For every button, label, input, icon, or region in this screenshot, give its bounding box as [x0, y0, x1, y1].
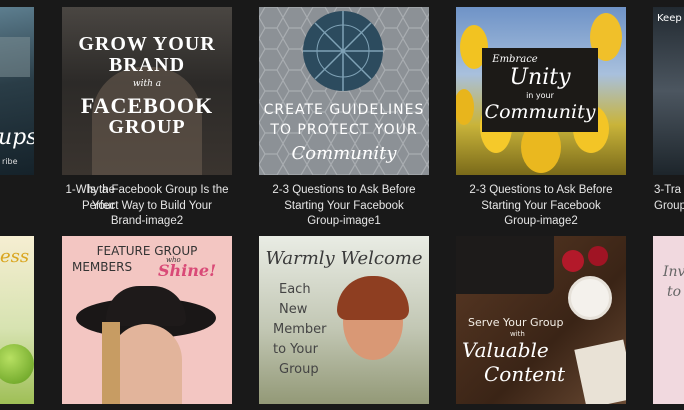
thumbnail-tile[interactable]: ess	[0, 236, 34, 404]
thumbnail-image	[653, 236, 684, 404]
caption-line: 3-Tra	[654, 184, 682, 196]
caption-line: Starting Your Facebook	[481, 199, 601, 212]
overlay-line: TO PROTECT YOUR	[270, 122, 418, 138]
overlay-line: FEATURE GROUP	[96, 244, 198, 258]
overlay-line: BRAND	[108, 54, 186, 76]
overlay-line: Community	[484, 101, 596, 123]
overlay-line: CREATE GUIDELINES	[263, 102, 425, 118]
thumbnail-tile[interactable]: Embrace Unity in your Community	[456, 7, 626, 175]
overlay-line: with a	[132, 79, 162, 89]
overlay-line: Content	[484, 362, 566, 386]
overlay-line: Serve Your Group	[468, 316, 564, 329]
file-caption[interactable]: 3-Tra Group	[654, 183, 684, 214]
overlay-line: New	[279, 302, 308, 317]
overlay-line: with	[510, 330, 525, 338]
thumbnail-image	[653, 7, 684, 175]
overlay-line: Embrace	[492, 54, 538, 65]
caption-line: Group	[654, 199, 684, 212]
overlay-line: MEMBERS	[72, 260, 133, 274]
caption-line: Starting Your Facebook	[284, 199, 404, 212]
overlay-line: Shine!	[158, 261, 217, 280]
face-shape	[110, 324, 182, 404]
file-caption[interactable]: 2-3 Questions to Ask Before Starting You…	[246, 183, 442, 230]
thumbnail-tile[interactable]: ups ribe	[0, 7, 34, 175]
caption-line: Group-image2	[504, 215, 578, 227]
thumbnail-tile[interactable]: Inv to	[653, 236, 684, 404]
thumbnail-subtitle: ribe	[2, 157, 18, 166]
thumbnail-tile[interactable]: Keep	[653, 7, 684, 175]
caption-line: Perfect Way to Build Your	[82, 199, 212, 212]
thumbnail-tile[interactable]: FEATURE GROUP MEMBERS who Shine!	[62, 236, 232, 404]
hair-shape	[102, 322, 120, 404]
overlay-line: Member	[273, 322, 327, 337]
overlay-line: Warmly Welcome	[265, 248, 423, 269]
caption-line: 2-3 Questions to Ask Before	[272, 184, 416, 196]
file-caption[interactable]: 1-Why a Facebook Group Is the Perfect Wa…	[49, 183, 245, 230]
caption-line: 1-Why a Facebook Group Is the	[65, 184, 229, 196]
overlay-line: GROW YOUR	[78, 33, 216, 55]
overlay-line: Group	[279, 362, 319, 377]
overlay-line: Inv	[663, 264, 684, 280]
rose-shape	[588, 246, 608, 266]
overlay-line: GROUP	[108, 116, 186, 138]
thumbnail-title: ess	[0, 246, 30, 267]
overlay-line: Each	[279, 282, 311, 297]
thumbnail-title: ups	[0, 125, 34, 150]
overlay-line: Valuable	[462, 338, 549, 362]
laptop-shape	[0, 37, 30, 77]
cup-shape	[568, 276, 612, 320]
caption-line: 2-3 Questions to Ask Before	[469, 184, 613, 196]
caption-line: Group-image1	[307, 215, 381, 227]
rose-shape	[562, 250, 584, 272]
thumbnail-tile[interactable]: Warmly Welcome Each New Member to Your G…	[259, 236, 429, 404]
thumbnail-tile[interactable]: CREATE GUIDELINES TO PROTECT YOUR Commun…	[259, 7, 429, 175]
overlay-line: to Your	[273, 342, 318, 357]
overlay-line: Unity	[509, 65, 571, 90]
typewriter-shape	[456, 236, 554, 294]
caption-line: Brand-image2	[110, 215, 184, 227]
thumbnail-tile[interactable]: GROW YOUR BRAND with a FACEBOOK GROUP	[62, 7, 232, 175]
file-caption[interactable]: 2-3 Questions to Ask Before Starting You…	[443, 183, 639, 230]
overlay-line: Community	[291, 143, 397, 164]
thumbnail-title: Keep	[657, 13, 682, 24]
overlay-line: in your	[526, 91, 554, 100]
thumbnail-tile[interactable]: Serve Your Group with Valuable Content	[456, 236, 626, 404]
overlay-line: to	[667, 284, 682, 300]
